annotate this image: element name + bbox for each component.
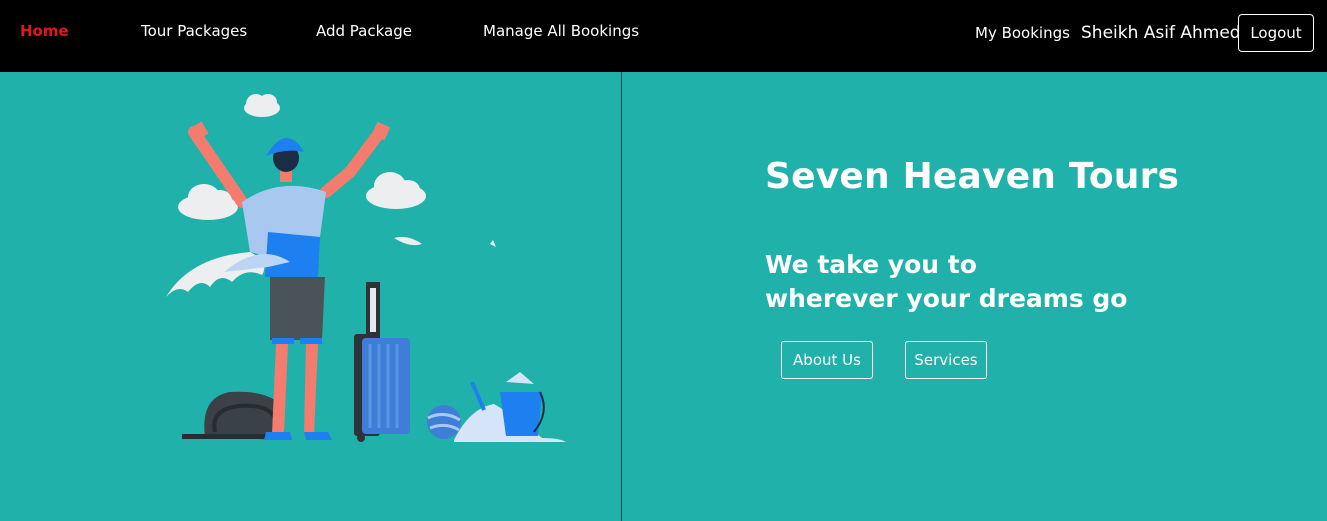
hero-subtitle-line1: We take you to: [765, 250, 977, 279]
hero-subtitle: We take you to wherever your dreams go: [765, 248, 1127, 316]
beach-ball-icon: [427, 405, 461, 439]
nav-add-package[interactable]: Add Package: [316, 22, 412, 40]
top-navbar: Home Tour Packages Add Package Manage Al…: [0, 0, 1327, 72]
hero-title: Seven Heaven Tours: [765, 156, 1180, 197]
nav-my-bookings[interactable]: My Bookings: [975, 24, 1070, 42]
hero-divider: [621, 72, 622, 521]
user-name: Sheikh Asif Ahmed: [1081, 23, 1241, 43]
logout-button[interactable]: Logout: [1238, 14, 1314, 52]
hero-subtitle-line2: wherever your dreams go: [765, 284, 1128, 313]
nav-tour-packages[interactable]: Tour Packages: [141, 22, 247, 40]
about-us-button[interactable]: About Us: [781, 341, 873, 379]
suitcase-icon: [354, 282, 410, 442]
nav-manage-bookings[interactable]: Manage All Bookings: [483, 22, 639, 40]
hero-section: Seven Heaven Tours We take you to wherev…: [0, 72, 1327, 521]
traveler-illustration: [166, 94, 566, 442]
nav-home[interactable]: Home: [20, 22, 69, 40]
sand-bucket-icon: [454, 372, 566, 442]
services-button[interactable]: Services: [905, 341, 987, 379]
